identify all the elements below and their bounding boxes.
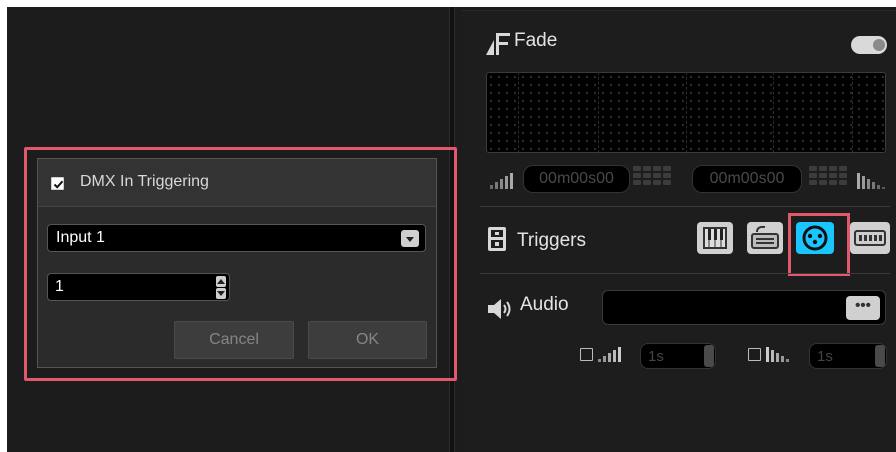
audio-fade-in-duration-value: 1s bbox=[648, 348, 664, 365]
audio-fade-in-checkbox[interactable] bbox=[580, 348, 593, 361]
dmx-button-highlight-annotation bbox=[788, 213, 850, 276]
graph-gridline bbox=[852, 72, 853, 153]
fade-in-icon bbox=[490, 173, 513, 189]
dmx-input-select-value: Input 1 bbox=[56, 229, 105, 246]
graph-gridline bbox=[598, 72, 599, 153]
section-separator bbox=[480, 206, 890, 207]
midi-trigger-button[interactable] bbox=[697, 222, 733, 254]
timecode-icon bbox=[854, 230, 886, 246]
dmx-channel-stepper[interactable] bbox=[47, 273, 230, 301]
duration-stepper-icon[interactable] bbox=[875, 345, 885, 367]
audio-fade-in-duration[interactable]: 1s bbox=[640, 343, 716, 369]
speaker-icon bbox=[488, 299, 511, 319]
fade-out-icon bbox=[766, 347, 789, 362]
keyboard-trigger-button[interactable] bbox=[747, 222, 783, 254]
cancel-button[interactable]: Cancel bbox=[174, 321, 294, 359]
audio-fade-out-checkbox[interactable] bbox=[748, 348, 761, 361]
chevron-down-icon[interactable] bbox=[401, 230, 419, 247]
fade-out-time-field[interactable]: 00m00s00 bbox=[692, 165, 802, 193]
triggers-section-title: Triggers bbox=[517, 230, 586, 251]
checkmark-icon bbox=[53, 180, 64, 189]
fade-out-keypad-icon[interactable] bbox=[809, 166, 849, 190]
midi-icon bbox=[703, 227, 727, 249]
audio-fade-out-duration-value: 1s bbox=[817, 348, 833, 365]
keyboard-icon bbox=[751, 225, 779, 249]
audio-browse-button[interactable]: ••• bbox=[846, 296, 880, 320]
ok-button[interactable]: OK bbox=[308, 321, 427, 359]
audio-section-title: Audio bbox=[520, 294, 569, 315]
panel-top-separator bbox=[462, 10, 896, 11]
graph-gridline bbox=[773, 72, 774, 153]
fade-in-time-field[interactable]: 00m00s00 bbox=[523, 165, 630, 193]
dialog-title: DMX In Triggering bbox=[80, 173, 209, 190]
section-separator bbox=[480, 273, 890, 274]
dmx-in-enable-checkbox[interactable] bbox=[51, 177, 64, 190]
triggers-icon bbox=[488, 227, 506, 251]
audio-fade-out-duration[interactable]: 1s bbox=[809, 343, 887, 369]
stepper-up-icon[interactable] bbox=[216, 276, 226, 287]
fade-section-title: Fade bbox=[514, 30, 558, 51]
stepper-down-icon[interactable] bbox=[216, 288, 226, 299]
fade-in-icon bbox=[598, 347, 621, 362]
timecode-trigger-button[interactable] bbox=[850, 222, 890, 254]
graph-gridline bbox=[518, 72, 519, 153]
duration-stepper-icon[interactable] bbox=[704, 345, 714, 367]
fade-icon bbox=[486, 33, 510, 55]
fade-toggle[interactable] bbox=[851, 36, 887, 54]
fade-out-icon bbox=[857, 173, 885, 189]
graph-gridline bbox=[686, 72, 687, 153]
fade-in-keypad-icon[interactable] bbox=[633, 166, 673, 190]
audio-file-field[interactable] bbox=[602, 290, 886, 325]
dmx-channel-value: 1 bbox=[55, 278, 64, 295]
